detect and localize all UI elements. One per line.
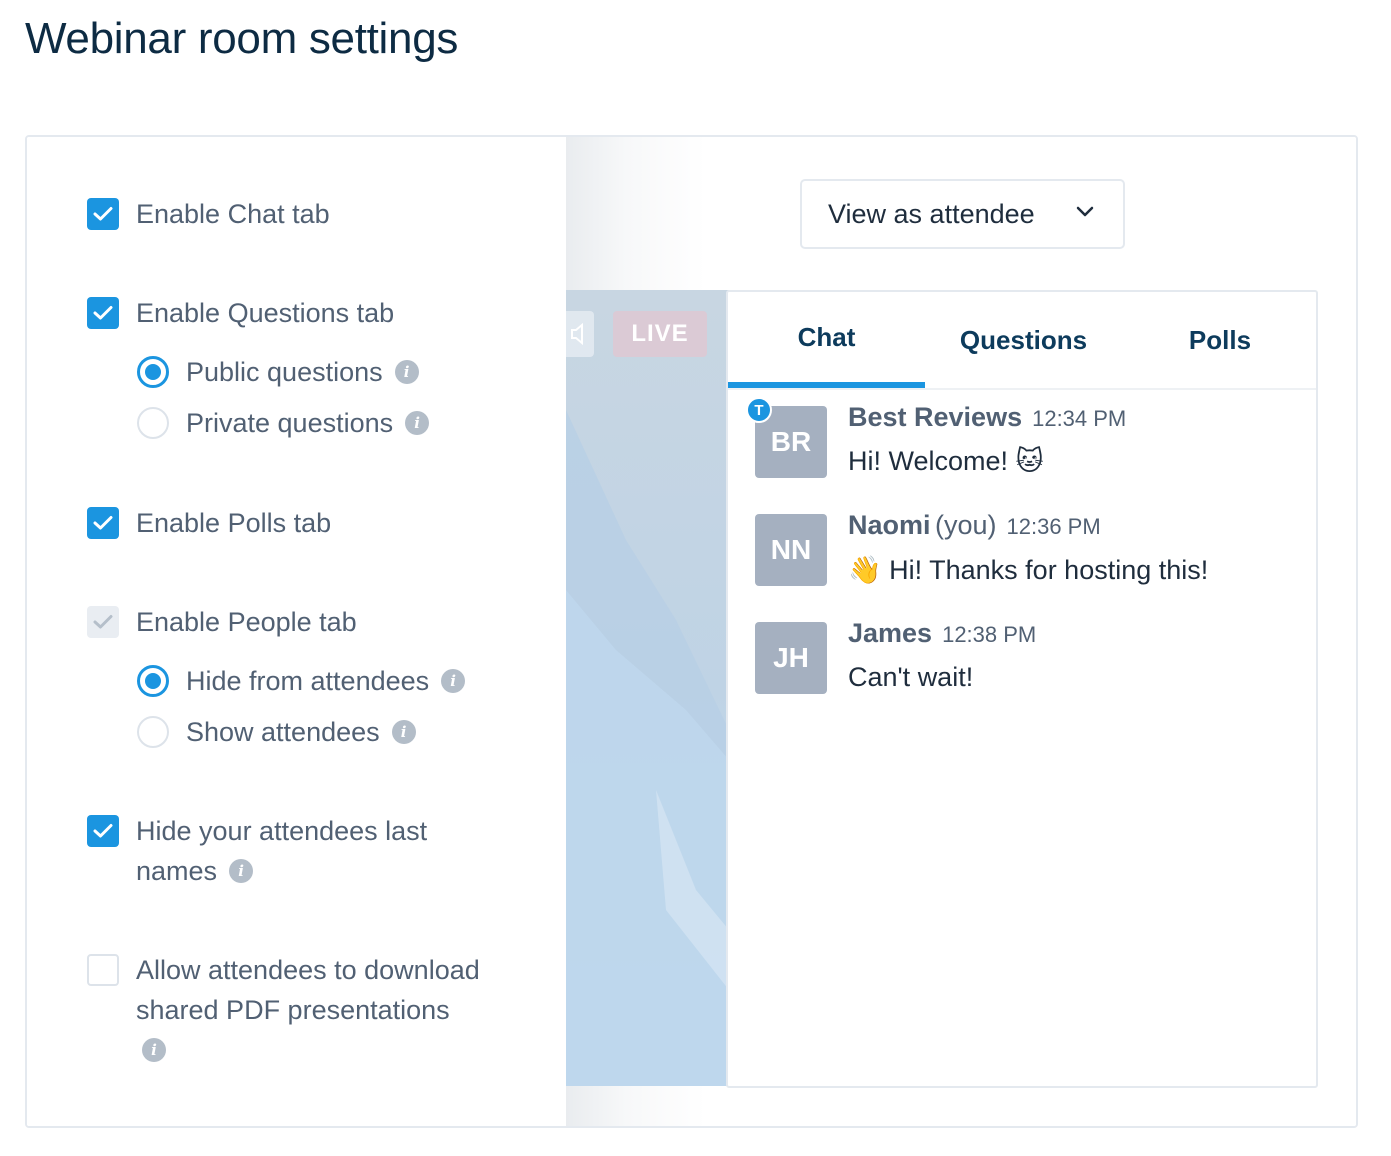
info-icon[interactable]: i <box>391 719 416 744</box>
message-time: 12:38 PM <box>942 622 1037 647</box>
chat-panel: Chat Questions Polls BR T Best Reviews 12… <box>726 290 1318 1088</box>
check-icon <box>93 824 113 838</box>
check-icon <box>93 615 113 629</box>
avatar: NN <box>755 514 827 586</box>
message-author: James <box>848 618 933 648</box>
show-attendees-label: Show attendees <box>186 717 380 747</box>
message-time: 12:34 PM <box>1032 406 1127 431</box>
avatar: JH <box>755 622 827 694</box>
private-questions-option[interactable]: Private questions i <box>137 407 430 443</box>
allow-download-option[interactable]: Allow attendees to download shared PDF p… <box>87 954 480 1070</box>
sidebar-tabs: Chat Questions Polls <box>728 292 1316 390</box>
chat-tab-label: Enable Chat tab <box>136 199 330 229</box>
info-icon[interactable]: i <box>394 359 419 384</box>
polls-tab-checkbox[interactable] <box>87 507 119 539</box>
message-author-you: (you) <box>934 510 997 540</box>
show-attendees-option[interactable]: Show attendees i <box>137 716 416 752</box>
allow-download-checkbox[interactable] <box>87 954 119 986</box>
people-tab-checkbox <box>87 606 119 638</box>
check-icon <box>93 516 113 530</box>
hide-from-attendees-option[interactable]: Hide from attendees i <box>137 665 466 701</box>
questions-tab-option[interactable]: Enable Questions tab <box>87 297 394 333</box>
settings-card: Enable Chat tab Enable Questions tab Pub… <box>25 135 1358 1128</box>
questions-tab-checkbox[interactable] <box>87 297 119 329</box>
tab-questions[interactable]: Questions <box>925 292 1122 388</box>
allow-download-label-line2: shared PDF presentations <box>136 995 450 1025</box>
hide-last-names-option[interactable]: Hide your attendees last names i <box>87 815 427 891</box>
page-title: Webinar room settings <box>25 14 459 63</box>
message-author: Naomi <box>848 510 931 540</box>
check-icon <box>93 207 113 221</box>
hide-last-names-label-line2: names <box>136 856 218 886</box>
show-attendees-radio[interactable] <box>137 716 169 748</box>
video-stage: LIVE <box>566 290 729 1086</box>
info-icon[interactable]: i <box>405 410 430 435</box>
message-author: Best Reviews <box>848 402 1023 432</box>
background-mountain-image <box>566 410 729 1086</box>
hide-last-names-checkbox[interactable] <box>87 815 119 847</box>
message-time: 12:36 PM <box>1006 514 1101 539</box>
people-tab-option: Enable People tab <box>87 606 357 642</box>
message-text: Hi! Welcome! 🐱 <box>848 446 1044 476</box>
private-questions-label: Private questions <box>186 408 394 438</box>
chat-tab-checkbox[interactable] <box>87 198 119 230</box>
tab-chat[interactable]: Chat <box>728 292 925 388</box>
message-text: Can't wait! <box>848 662 974 692</box>
polls-tab-option[interactable]: Enable Polls tab <box>87 507 331 543</box>
room-preview: View as attendee LIVE Chat Questions Pol… <box>566 137 1356 1126</box>
view-as-dropdown[interactable]: View as attendee <box>800 179 1125 249</box>
allow-download-label-line1: Allow attendees to download <box>136 955 480 985</box>
polls-tab-label: Enable Polls tab <box>136 508 332 538</box>
public-questions-option[interactable]: Public questions i <box>137 356 419 392</box>
chat-tab-option[interactable]: Enable Chat tab <box>87 198 330 234</box>
info-icon[interactable]: i <box>229 858 254 883</box>
message-text: 👋 Hi! Thanks for hosting this! <box>848 555 1209 585</box>
info-icon[interactable]: i <box>441 668 466 693</box>
public-questions-label: Public questions <box>186 357 383 387</box>
host-badge: T <box>746 397 772 423</box>
people-tab-label: Enable People tab <box>136 607 357 637</box>
speaker-icon[interactable] <box>566 311 594 357</box>
private-questions-radio[interactable] <box>137 407 169 439</box>
tab-polls[interactable]: Polls <box>1122 292 1318 388</box>
settings-panel: Enable Chat tab Enable Questions tab Pub… <box>27 137 566 1126</box>
hide-from-attendees-label: Hide from attendees <box>186 666 430 696</box>
chevron-down-icon <box>1076 206 1094 217</box>
public-questions-radio[interactable] <box>137 356 169 388</box>
check-icon <box>93 306 113 320</box>
info-icon[interactable]: i <box>142 1037 166 1062</box>
hide-last-names-label-line1: Hide your attendees last <box>136 816 428 846</box>
live-badge: LIVE <box>613 311 707 357</box>
view-as-label: View as attendee <box>828 198 1035 229</box>
hide-from-attendees-radio[interactable] <box>137 665 169 697</box>
questions-tab-label: Enable Questions tab <box>136 298 395 328</box>
